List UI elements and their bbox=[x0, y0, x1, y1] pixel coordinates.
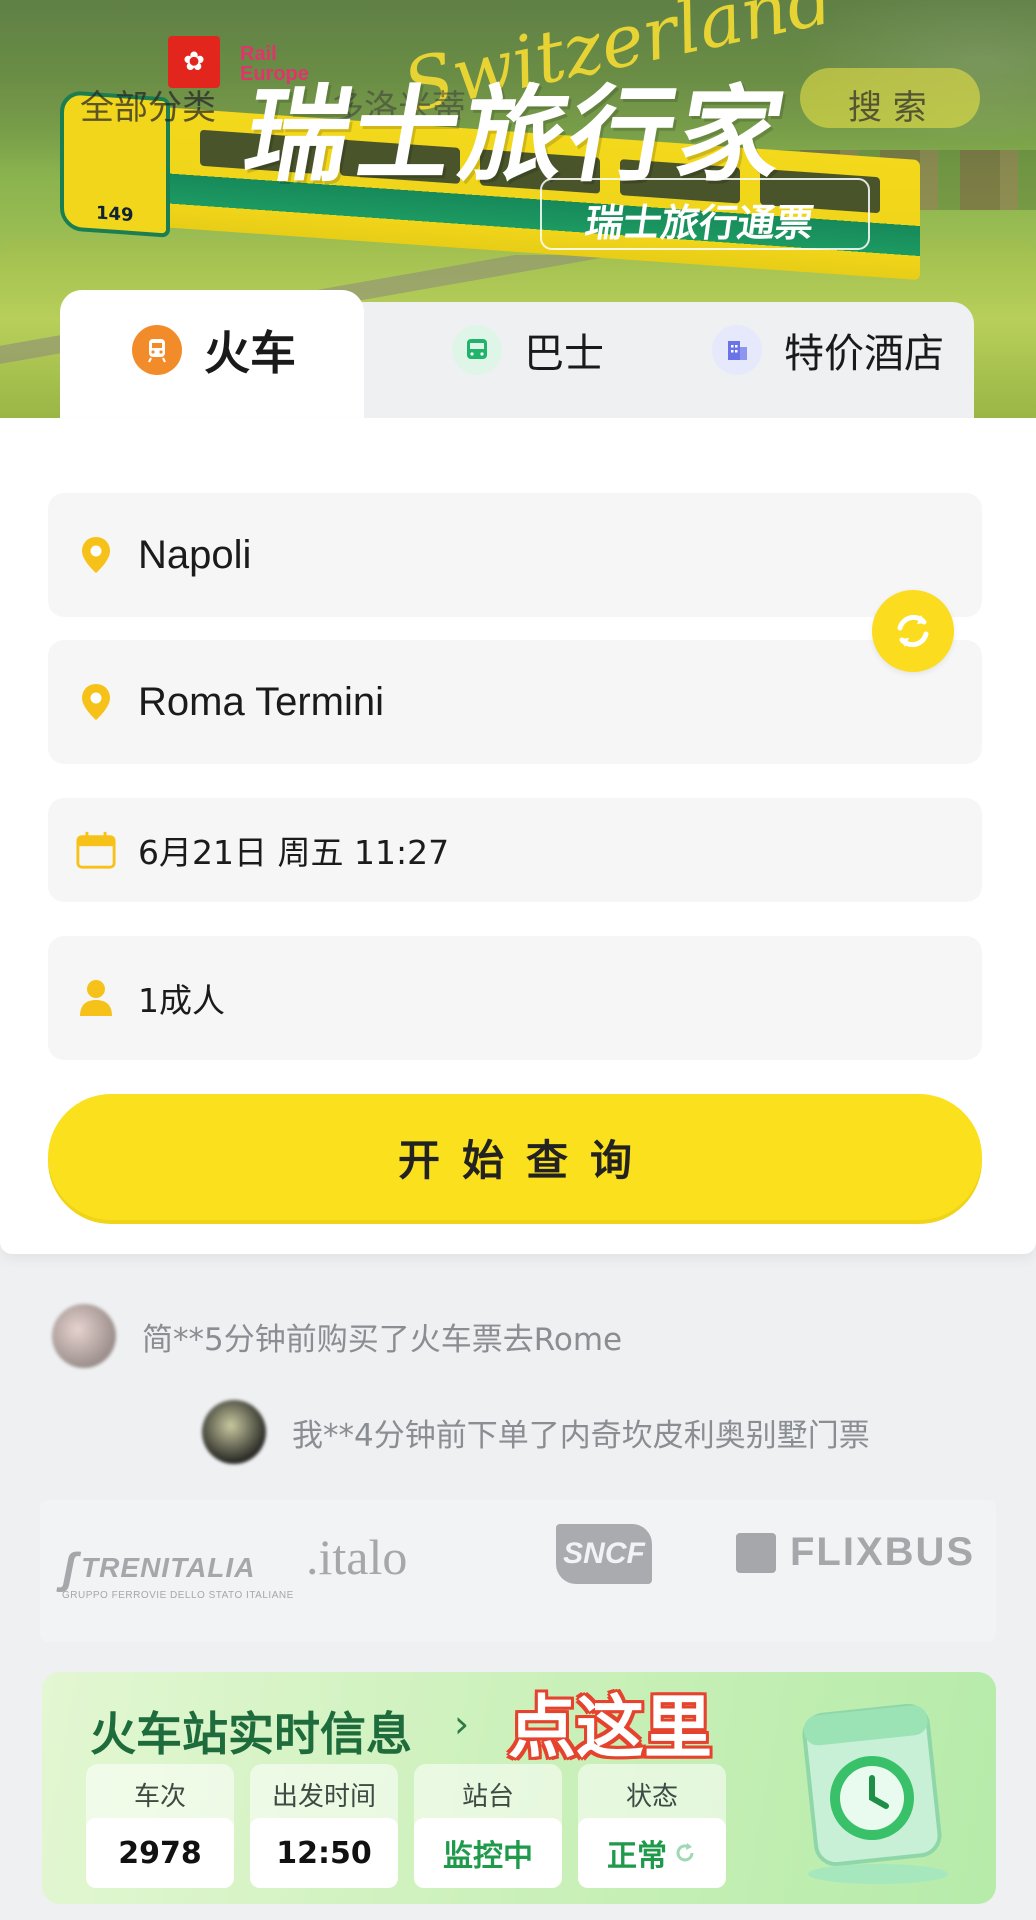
feed-item: 简**5分钟前购买了火车票去Rome bbox=[52, 1304, 622, 1368]
chevron-right-icon: › bbox=[454, 1702, 470, 1746]
avatar bbox=[202, 1400, 266, 1464]
status-value: 正常 bbox=[607, 1839, 667, 1874]
tab-train-label: 火车 bbox=[204, 317, 296, 383]
trenitalia-subtitle: GRUPPO FERROVIE DELLO STATO ITALIANE bbox=[62, 1590, 294, 1601]
feed-item: 我**4分钟前下单了内奇坎皮利奥别墅门票 bbox=[202, 1400, 870, 1464]
train-icon bbox=[132, 325, 182, 375]
start-search-label: 开始查询 bbox=[397, 1136, 654, 1184]
passenger-value: 1成人 bbox=[138, 981, 225, 1020]
transport-tabs: 火车 巴士 特价酒店 bbox=[60, 290, 974, 420]
tap-here-hint: 点这里 bbox=[508, 1689, 713, 1768]
feed-text: 我**4分钟前下单了内奇坎皮利奥别墅门票 bbox=[292, 1417, 870, 1454]
swap-stations-button[interactable] bbox=[872, 590, 954, 672]
travel-pass-label: 瑞士旅行通票 bbox=[582, 201, 817, 245]
search-form-card: Napoli Roma Termini 6月21日 周五 11:27 1成人 开… bbox=[0, 418, 1036, 1254]
station-cell-departure: 出发时间 12:50 bbox=[250, 1764, 398, 1888]
date-field[interactable]: 6月21日 周五 11:27 bbox=[48, 798, 982, 902]
passenger-field[interactable]: 1成人 bbox=[48, 936, 982, 1060]
start-search-button[interactable]: 开始查询 bbox=[48, 1094, 982, 1220]
tab-hotel[interactable]: 特价酒店 bbox=[712, 290, 944, 410]
search-label: 搜 索 bbox=[848, 88, 927, 128]
cell-header: 站台 bbox=[461, 1782, 514, 1812]
category-menu[interactable]: 全部分类 bbox=[80, 80, 216, 129]
flixbus-logo: FLIXBUS bbox=[736, 1530, 975, 1575]
person-icon bbox=[76, 978, 116, 1018]
trenitalia-logo: ʃ TRENITALIA GRUPPO FERROVIE DELLO STATO … bbox=[62, 1544, 293, 1601]
cell-value: 12:50 bbox=[250, 1818, 398, 1888]
cell-value: 2978 bbox=[86, 1818, 234, 1888]
station-cell-train-number: 车次 2978 bbox=[86, 1764, 234, 1888]
calendar-clock-illustration bbox=[788, 1688, 966, 1888]
trenitalia-text: TRENITALIA bbox=[81, 1552, 256, 1583]
avatar bbox=[52, 1304, 116, 1368]
bus-icon bbox=[452, 325, 502, 375]
train-number: 149 bbox=[96, 202, 134, 227]
station-cell-status: 状态 正常 bbox=[578, 1764, 726, 1888]
tab-bus-label: 巴士 bbox=[524, 331, 604, 377]
calendar-icon bbox=[76, 830, 116, 870]
feed-text: 简**5分钟前购买了火车票去Rome bbox=[142, 1321, 623, 1358]
activity-feed: 简**5分钟前购买了火车票去Rome 我**4分钟前下单了内奇坎皮利奥别墅门票 bbox=[0, 1268, 1036, 1488]
station-cell-platform: 站台 监控中 bbox=[414, 1764, 562, 1888]
date-value: 6月21日 周五 11:27 bbox=[138, 833, 450, 872]
origin-field[interactable]: Napoli bbox=[48, 493, 982, 617]
swap-icon bbox=[897, 614, 929, 648]
station-title: 火车站实时信息 bbox=[90, 1707, 412, 1761]
refresh-icon bbox=[676, 1843, 694, 1862]
tab-bus[interactable]: 巴士 bbox=[452, 290, 604, 410]
origin-value: Napoli bbox=[138, 532, 252, 577]
location-pin-icon bbox=[76, 535, 116, 575]
trenitalia-mark-icon: ʃ bbox=[62, 1544, 78, 1593]
travel-pass-badge[interactable]: 瑞士旅行通票 bbox=[540, 178, 870, 250]
flixbus-mark-icon bbox=[736, 1532, 776, 1573]
italo-logo: .italo bbox=[306, 1529, 408, 1585]
tab-train[interactable]: 火车 bbox=[132, 290, 296, 410]
destination-value: Roma Termini bbox=[138, 679, 384, 724]
sncf-logo: SNCF bbox=[556, 1524, 652, 1584]
destination-field[interactable]: Roma Termini bbox=[48, 640, 982, 764]
cell-header: 车次 bbox=[133, 1782, 186, 1812]
flixbus-text: FLIXBUS bbox=[790, 1530, 976, 1574]
search-button[interactable]: 搜 索 bbox=[800, 68, 980, 128]
hotel-icon bbox=[712, 325, 762, 375]
cell-header: 出发时间 bbox=[271, 1782, 376, 1812]
cell-value: 正常 bbox=[578, 1818, 726, 1888]
location-pin-icon bbox=[76, 682, 116, 722]
cell-header: 状态 bbox=[625, 1782, 678, 1812]
partner-logos: ʃ TRENITALIA GRUPPO FERROVIE DELLO STATO … bbox=[40, 1500, 996, 1642]
station-realtime-banner[interactable]: 火车站实时信息 › 点这里 车次 2978 出发时间 12:50 站台 监控中 … bbox=[42, 1672, 996, 1904]
cell-value: 监控中 bbox=[414, 1818, 562, 1888]
tab-hotel-label: 特价酒店 bbox=[784, 331, 944, 377]
